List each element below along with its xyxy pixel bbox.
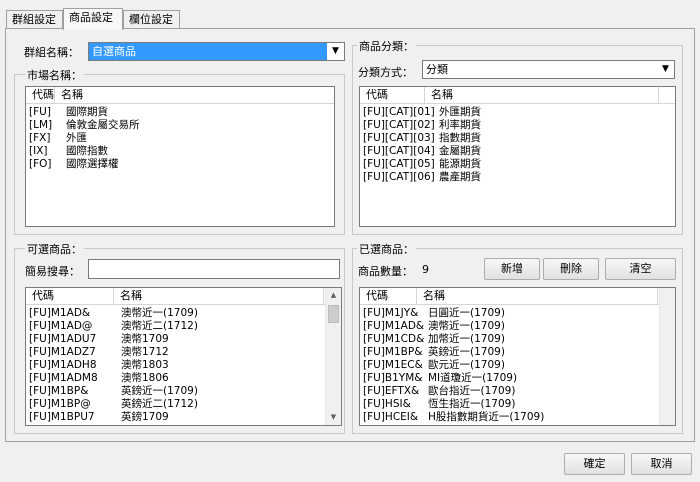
selected-list-header: 代碼 名稱 bbox=[360, 288, 659, 305]
add-button[interactable]: 新增 bbox=[484, 258, 540, 280]
list-item[interactable]: [FU]M1BP@ 英鎊近二(1712) bbox=[26, 398, 325, 411]
list-item[interactable]: [FU]B1YM& MI道瓊近一(1709) bbox=[360, 372, 659, 385]
category-list-header: 代碼 名稱 bbox=[360, 87, 675, 104]
group-name-label: 群組名稱： bbox=[24, 46, 79, 59]
list-item[interactable]: [FU][CAT][05] 能源期貨 bbox=[360, 158, 675, 171]
tab-column-settings[interactable]: 欄位設定 bbox=[123, 10, 180, 29]
list-item[interactable]: [IX] 國際指數 bbox=[26, 145, 334, 158]
chevron-down-icon[interactable]: ▼ bbox=[327, 43, 344, 60]
tab-label: 商品設定 bbox=[69, 11, 113, 24]
list-item[interactable]: [FU]M1BP& 英鎊近一(1709) bbox=[360, 346, 659, 359]
list-item[interactable]: [FU]M1AD& 澳幣近一(1709) bbox=[360, 320, 659, 333]
list-item[interactable]: [FU]M1ADM8 澳幣1806 bbox=[26, 372, 325, 385]
cancel-button[interactable]: 取消 bbox=[631, 453, 692, 475]
group-name-combobox[interactable]: 自選商品 ▼ bbox=[88, 42, 345, 61]
column-header-code[interactable]: 代碼 bbox=[26, 87, 55, 103]
list-item[interactable]: [FU]M1EC& 歐元近一(1709) bbox=[360, 359, 659, 372]
tab-product-settings[interactable]: 商品設定 bbox=[63, 8, 123, 30]
list-item[interactable]: [FU]M1BP& 英鎊近一(1709) bbox=[26, 385, 325, 398]
ok-button[interactable]: 確定 bbox=[564, 453, 625, 475]
list-item[interactable]: [FU]M1ADH8 澳幣1803 bbox=[26, 359, 325, 372]
list-item[interactable]: [FU][CAT][06] 農產期貨 bbox=[360, 171, 675, 184]
list-item[interactable]: [FU]M1ADZ7 澳幣1712 bbox=[26, 346, 325, 359]
column-header-name[interactable]: 名稱 bbox=[425, 87, 659, 103]
list-item[interactable]: [FU][CAT][02] 利率期貨 bbox=[360, 119, 675, 132]
list-item[interactable]: [FU][CAT][01] 外匯期貨 bbox=[360, 106, 675, 119]
column-header-code[interactable]: 代碼 bbox=[360, 87, 425, 103]
column-header-code[interactable]: 代碼 bbox=[26, 288, 114, 304]
list-item[interactable]: [FU]M1AD& 澳幣近一(1709) bbox=[26, 307, 325, 320]
category-method-label: 分類方式： bbox=[358, 66, 413, 79]
tab-label: 群組設定 bbox=[12, 13, 56, 26]
list-item[interactable]: [LM] 倫敦金屬交易所 bbox=[26, 119, 334, 132]
list-item[interactable]: [FU]M1CD& 加幣近一(1709) bbox=[360, 333, 659, 346]
vertical-scrollbar[interactable]: ▲ ▼ bbox=[325, 288, 341, 425]
search-label: 簡易搜尋： bbox=[25, 265, 80, 278]
list-item[interactable]: [FU][CAT][04] 金屬期貨 bbox=[360, 145, 675, 158]
list-item[interactable]: [FU]EFTX& 歐台指近一(1709) bbox=[360, 385, 659, 398]
list-item[interactable]: [FU] 國際期貨 bbox=[26, 106, 334, 119]
product-count-label: 商品數量： bbox=[358, 265, 413, 278]
scroll-up-icon[interactable]: ▲ bbox=[326, 288, 341, 303]
column-header-name[interactable]: 名稱 bbox=[55, 87, 334, 103]
category-group-label: 商品分類： bbox=[357, 38, 416, 54]
search-input[interactable] bbox=[88, 259, 340, 279]
market-list-header: 代碼 名稱 bbox=[26, 87, 334, 104]
delete-button[interactable]: 刪除 bbox=[543, 258, 599, 280]
list-item[interactable]: [FU][CAT][03] 指數期貨 bbox=[360, 132, 675, 145]
group-name-value: 自選商品 bbox=[89, 43, 327, 60]
tab-label: 欄位設定 bbox=[129, 13, 173, 26]
vertical-scrollbar[interactable] bbox=[659, 288, 675, 425]
list-item[interactable]: [FX] 外匯 bbox=[26, 132, 334, 145]
available-group-label: 可選商品： bbox=[25, 241, 84, 257]
column-header-code[interactable]: 代碼 bbox=[360, 288, 417, 304]
category-method-value: 分類 bbox=[426, 63, 448, 76]
category-method-combobox[interactable]: 分類 ▼ bbox=[422, 60, 675, 79]
list-item[interactable]: [FU]M1JY& 日圓近一(1709) bbox=[360, 307, 659, 320]
list-item[interactable]: [FU]M1BPU7 英鎊1709 bbox=[26, 411, 325, 424]
category-list[interactable]: 代碼 名稱 [FU][CAT][01] 外匯期貨 [FU][CAT][02] 利率期… bbox=[359, 86, 676, 227]
tab-group-settings[interactable]: 群組設定 bbox=[6, 10, 63, 29]
list-item[interactable]: [FU]HSI& 恆生指近一(1709) bbox=[360, 398, 659, 411]
list-item[interactable]: [FU]M1AD@ 澳幣近二(1712) bbox=[26, 320, 325, 333]
list-item[interactable]: [FO] 國際選擇權 bbox=[26, 158, 334, 171]
clear-button[interactable]: 清空 bbox=[605, 258, 676, 280]
product-count-value: 9 bbox=[422, 263, 429, 276]
available-list-header: 代碼 名稱 bbox=[26, 288, 325, 305]
column-header-name[interactable]: 名稱 bbox=[114, 288, 324, 304]
chevron-down-icon[interactable]: ▼ bbox=[657, 61, 674, 78]
selected-group-label: 已選商品： bbox=[357, 241, 416, 257]
market-list[interactable]: 代碼 名稱 [FU] 國際期貨 [LM] 倫敦金屬交易所 [FX] 外匯 [IX] 國際… bbox=[25, 86, 335, 227]
available-list[interactable]: 代碼 名稱 [FU]M1AD& 澳幣近一(1709) [FU]M1AD@ 澳幣近二(… bbox=[25, 287, 342, 426]
market-group-label: 市場名稱： bbox=[25, 67, 84, 83]
scroll-down-icon[interactable]: ▼ bbox=[326, 410, 341, 425]
selected-list[interactable]: 代碼 名稱 [FU]M1JY& 日圓近一(1709) [FU]M1AD& 澳幣近一(… bbox=[359, 287, 676, 426]
scroll-thumb[interactable] bbox=[328, 305, 339, 323]
list-item[interactable]: [FU]M1ADU7 澳幣1709 bbox=[26, 333, 325, 346]
column-header-name[interactable]: 名稱 bbox=[417, 288, 658, 304]
list-item[interactable]: [FU]HCEI& H股指數期貨近一(1709) bbox=[360, 411, 659, 424]
